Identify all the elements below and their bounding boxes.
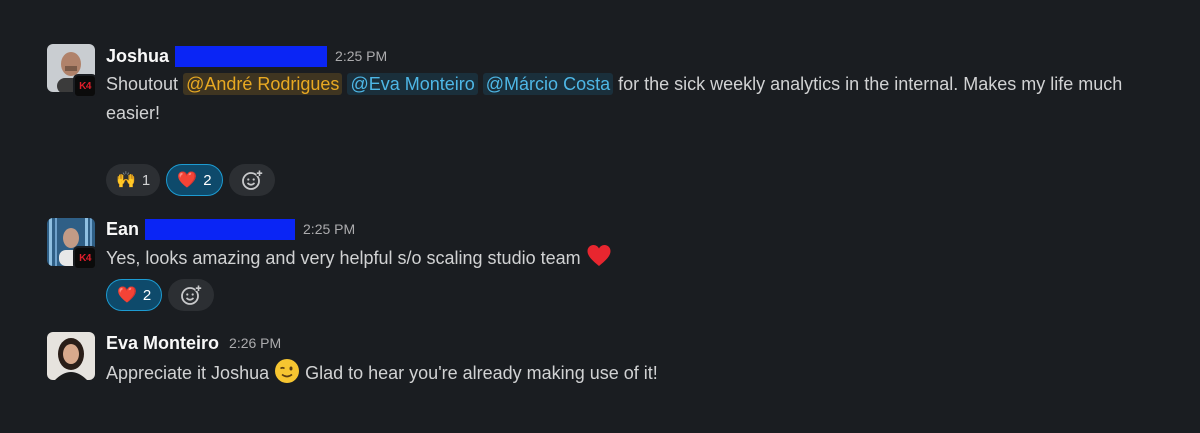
add-reaction-button[interactable] <box>168 279 215 311</box>
timestamp[interactable]: 2:26 PM <box>229 335 281 351</box>
mention-marcio[interactable]: @Márcio Costa <box>482 73 614 95</box>
reaction-raised-hands[interactable]: 🙌 1 <box>106 164 161 196</box>
avatar-eva[interactable] <box>47 332 95 380</box>
message-header: Joshua 2:25 PM <box>106 44 387 68</box>
message-body: Shoutout @André Rodrigues @Eva Monteiro … <box>106 70 1166 128</box>
timestamp[interactable]: 2:25 PM <box>303 221 355 237</box>
red-heart-icon: ❤️ <box>117 287 137 304</box>
winking-face-icon <box>275 359 300 383</box>
reaction-heart[interactable]: ❤️ 2 <box>106 279 163 311</box>
mention-andre[interactable]: @André Rodrigues <box>183 73 343 95</box>
workspace-badge: K4 <box>73 74 97 98</box>
message-header: Ean 2:25 PM <box>106 217 355 241</box>
message-text: Shoutout <box>106 74 184 94</box>
reactions-bar: ❤️ 2 <box>106 279 215 311</box>
mention-eva[interactable]: @Eva Monteiro <box>347 73 478 95</box>
reaction-count: 1 <box>141 171 151 189</box>
add-reaction-icon <box>181 285 202 305</box>
message-text: Yes, looks amazing and very helpful s/o … <box>106 248 586 268</box>
message-text: Glad to hear you're already making use o… <box>300 363 658 383</box>
reaction-heart[interactable]: ❤️ 2 <box>166 164 223 196</box>
message-header: Eva Monteiro 2:26 PM <box>106 331 281 355</box>
red-heart-icon: ❤️ <box>177 172 198 189</box>
author-name[interactable]: Ean <box>106 219 139 240</box>
message-text: Appreciate it Joshua <box>106 363 275 383</box>
add-reaction-button[interactable] <box>228 164 275 196</box>
message-body: Appreciate it Joshua Glad to hear you're… <box>106 358 1166 388</box>
add-reaction-icon <box>241 170 263 190</box>
workspace-badge: K4 <box>73 246 97 270</box>
reaction-count: 2 <box>203 171 212 189</box>
reactions-bar: 🙌 1 ❤️ 2 <box>106 164 275 196</box>
redacted-block <box>175 45 328 67</box>
red-heart-icon <box>587 245 611 266</box>
timestamp[interactable]: 2:25 PM <box>335 48 387 64</box>
message-body: Yes, looks amazing and very helpful s/o … <box>106 243 1166 273</box>
redacted-block <box>145 218 296 240</box>
author-name[interactable]: Joshua <box>106 46 169 67</box>
reaction-count: 2 <box>142 286 152 304</box>
raised-hands-icon: 🙌 <box>116 172 136 189</box>
author-name[interactable]: Eva Monteiro <box>106 333 219 354</box>
